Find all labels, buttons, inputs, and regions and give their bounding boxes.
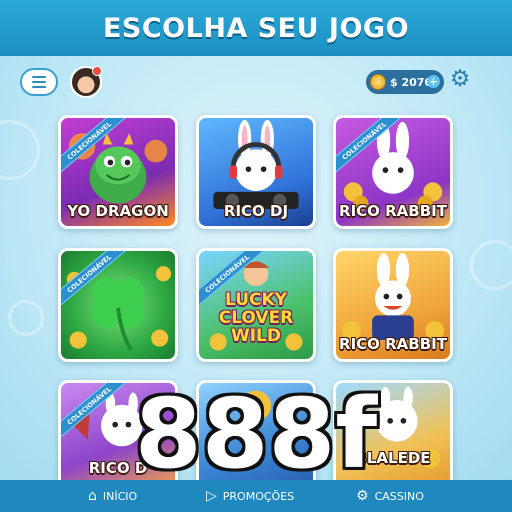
game-title: RICO RABBIT [339,335,447,353]
home-icon: ⌂ [88,488,97,504]
nav-casino-label: CASSINO [374,489,424,503]
nav-promotions[interactable]: ▷ PROMOÇÕES [206,480,294,512]
bottom-nav: ⌂ INÍCIO ▷ PROMOÇÕES ⚙ CASSINO [0,480,512,512]
nav-promotions-label: PROMOÇÕES [222,489,295,503]
watermark-text: 888f [134,378,378,490]
game-card-lucky-clover-wild[interactable]: COLECIONÁVEL LUCKY CLOVER WILD [196,248,316,362]
game-card-rico-rabbit-2[interactable]: RICO RABBIT [333,248,453,362]
game-card-rico-rabbit[interactable]: COLECIONÁVEL RICO RABBIT [333,115,453,229]
nav-home-label: INÍCIO [102,489,138,503]
gear-icon: ⚙ [356,488,369,504]
game-card-clover[interactable]: COLECIONÁVEL [58,248,178,362]
play-screen-icon: ▷ [206,488,217,504]
nav-casino[interactable]: ⚙ CASSINO [356,480,424,512]
game-title: RICO RABBIT [339,202,447,220]
game-title: YO DRAGON [67,202,169,220]
nav-home[interactable]: ⌂ INÍCIO [88,480,137,512]
game-card-rico-dj[interactable]: RICO DJ [196,115,316,229]
game-card-yo-dragon[interactable]: COLECIONÁVEL YO DRAGON [58,115,178,229]
clover-art [66,266,172,351]
game-logo-text: LUCKY CLOVER WILD [218,290,294,346]
game-title: RICO DJ [223,202,289,220]
